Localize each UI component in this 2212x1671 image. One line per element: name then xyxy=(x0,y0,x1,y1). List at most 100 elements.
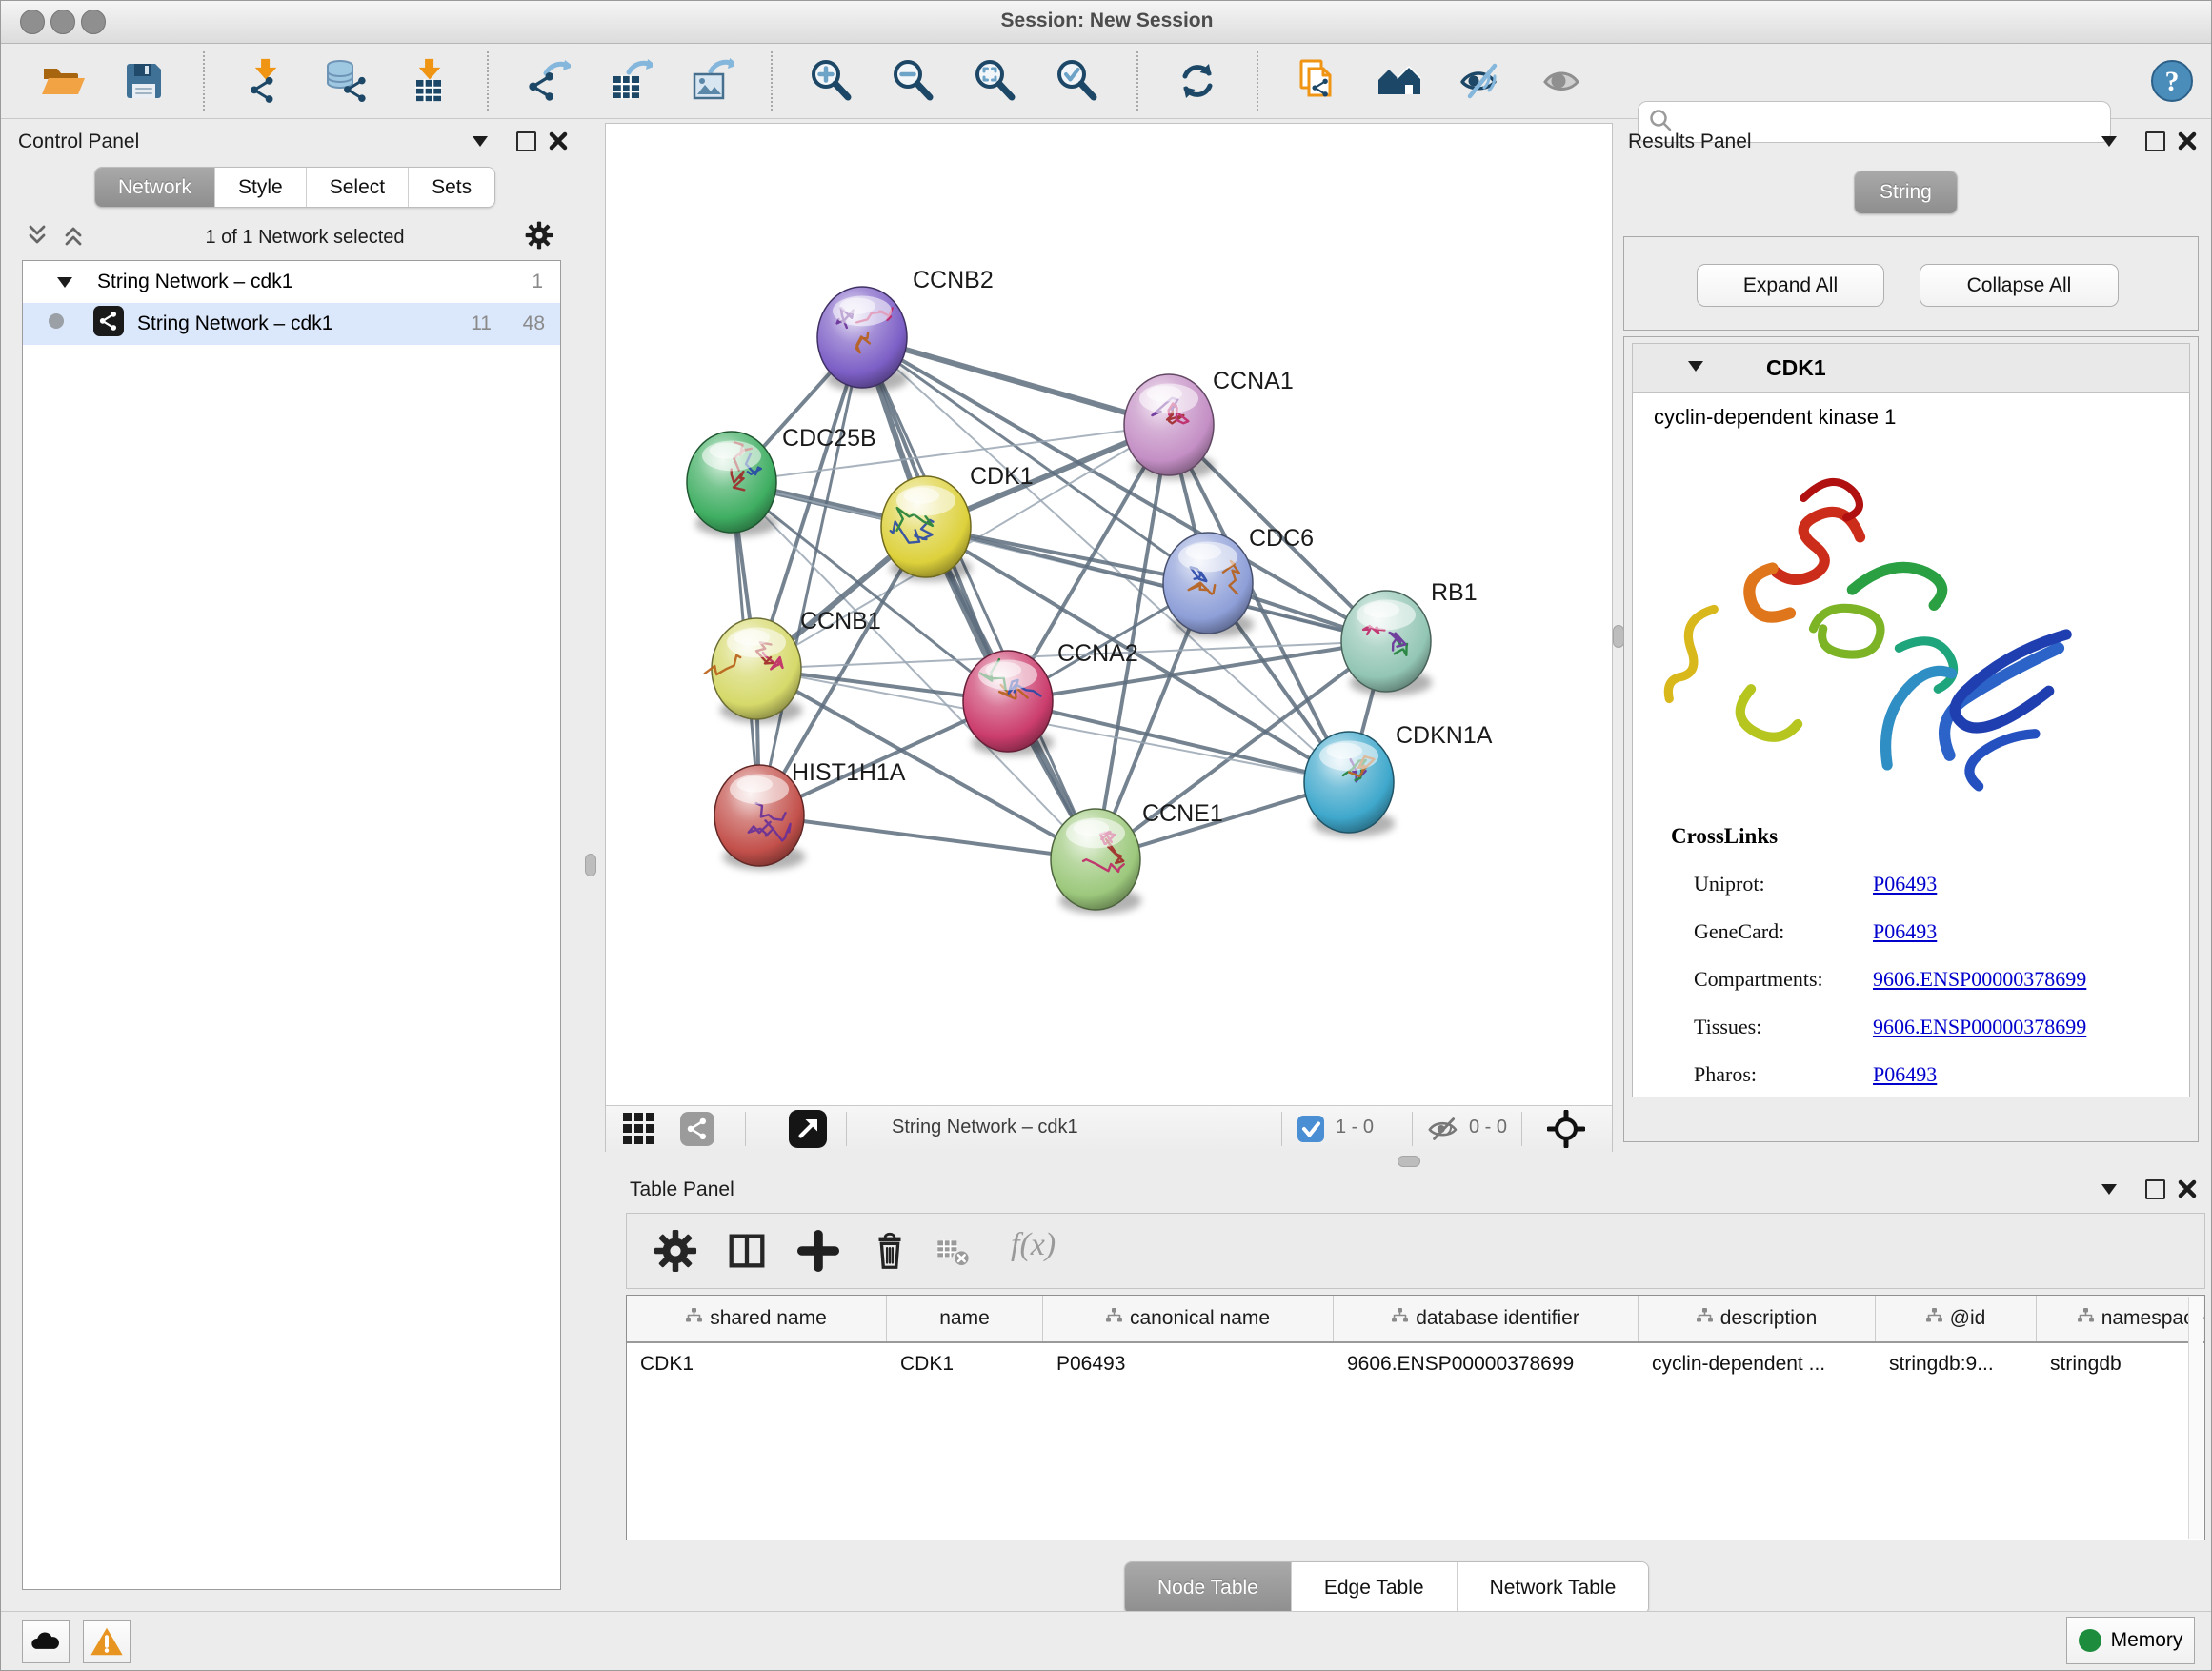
crosslink-value-link[interactable]: P06493 xyxy=(1873,1062,1937,1087)
float-panel-icon[interactable] xyxy=(513,129,538,153)
svg-text:HIST1H1A: HIST1H1A xyxy=(792,759,906,786)
close-panel-icon[interactable] xyxy=(546,129,571,153)
node-table: shared namenamecanonical name database id… xyxy=(626,1295,2205,1540)
warnings-button[interactable] xyxy=(83,1620,131,1663)
float-panel-icon[interactable] xyxy=(2142,129,2167,153)
column-header-namespace[interactable]: namespace xyxy=(2037,1296,2205,1341)
network-options-gear-icon[interactable] xyxy=(525,221,553,254)
help-button[interactable]: ? xyxy=(2149,58,2195,104)
collapse-all-icon[interactable] xyxy=(26,224,49,252)
toolbar-separator xyxy=(1136,51,1138,111)
delete-column-icon[interactable] xyxy=(868,1229,912,1278)
show-all-icon[interactable] xyxy=(1540,58,1586,104)
crosslink-value-link[interactable]: 9606.ENSP00000378699 xyxy=(1873,967,2086,992)
crosslink-label: Uniprot: xyxy=(1694,872,1765,896)
tab-network[interactable]: Network xyxy=(95,168,215,207)
expand-all-button[interactable]: Expand All xyxy=(1697,264,1884,307)
network-tree: String Network – cdk1 1 String Network –… xyxy=(22,260,561,1590)
close-panel-icon[interactable] xyxy=(2175,1177,2200,1201)
column-header-canonical-name[interactable]: canonical name xyxy=(1043,1296,1334,1341)
main-toolbar: ? xyxy=(1,44,2212,119)
save-session-icon[interactable] xyxy=(121,58,167,104)
collapse-panel-icon[interactable] xyxy=(468,129,493,153)
table-cell[interactable]: stringdb:9... xyxy=(1876,1343,2037,1385)
column-type-icon xyxy=(686,1307,702,1330)
table-row[interactable]: CDK1CDK1P064939606.ENSP00000378699cyclin… xyxy=(627,1343,2204,1385)
column-header-shared-name[interactable]: shared name xyxy=(627,1296,887,1341)
memory-button[interactable]: Memory xyxy=(2066,1617,2195,1664)
vertical-scrollbar[interactable] xyxy=(2188,1297,2203,1539)
protein-details: cyclin-dependent kinase 1 CrossLinks Uni… xyxy=(1632,393,2190,1097)
crosslink-value-link[interactable]: P06493 xyxy=(1873,872,1937,896)
birdseye-grid-icon[interactable] xyxy=(623,1113,655,1150)
tab-network-table[interactable]: Network Table xyxy=(1458,1562,1649,1614)
column-header-label: database identifier xyxy=(1416,1307,1579,1330)
table-cell[interactable]: stringdb xyxy=(2037,1343,2205,1385)
column-header-database-identifier[interactable]: database identifier xyxy=(1334,1296,1639,1341)
crosshair-icon[interactable] xyxy=(1547,1110,1585,1153)
column-header-label: description xyxy=(1720,1307,1818,1330)
tab-style[interactable]: Style xyxy=(215,168,307,207)
crosslink-row: Uniprot:P06493 xyxy=(1694,872,1765,896)
import-table-from-file-icon[interactable] xyxy=(405,58,451,104)
export-image-icon[interactable] xyxy=(689,58,734,104)
selected-checkbox-icon[interactable] xyxy=(1297,1116,1324,1147)
refresh-view-icon[interactable] xyxy=(1175,58,1220,104)
show-columns-icon[interactable] xyxy=(725,1229,769,1278)
new-network-from-selection-icon[interactable] xyxy=(1295,58,1340,104)
tab-string[interactable]: String xyxy=(1855,171,1957,213)
column-header-name[interactable]: name xyxy=(887,1296,1043,1341)
network-collection-row[interactable]: String Network – cdk1 1 xyxy=(23,261,560,303)
open-file-icon[interactable] xyxy=(39,58,85,104)
add-column-icon[interactable] xyxy=(796,1229,840,1278)
table-cell[interactable]: cyclin-dependent ... xyxy=(1639,1343,1876,1385)
bottom-splitter-handle[interactable] xyxy=(1398,1156,1420,1167)
svg-text:RB1: RB1 xyxy=(1431,579,1478,606)
crosslink-value-link[interactable]: 9606.ENSP00000378699 xyxy=(1873,1015,2086,1039)
expander-icon[interactable] xyxy=(57,271,72,293)
table-cell[interactable]: P06493 xyxy=(1043,1343,1334,1385)
table-cell[interactable]: CDK1 xyxy=(887,1343,1043,1385)
tab-node-table[interactable]: Node Table xyxy=(1125,1562,1292,1614)
string-query-icon[interactable] xyxy=(1377,58,1422,104)
import-network-from-database-icon[interactable] xyxy=(323,58,369,104)
expand-all-icon[interactable] xyxy=(62,224,85,252)
left-splitter-handle[interactable] xyxy=(585,854,596,876)
column-type-icon xyxy=(1926,1307,1942,1330)
cloud-status-button[interactable] xyxy=(22,1620,70,1663)
export-network-icon[interactable] xyxy=(525,58,571,104)
expander-icon[interactable] xyxy=(1688,359,1703,376)
table-cell[interactable]: 9606.ENSP00000378699 xyxy=(1334,1343,1639,1385)
export-table-icon[interactable] xyxy=(607,58,653,104)
collapse-panel-icon[interactable] xyxy=(2097,129,2122,153)
close-panel-icon[interactable] xyxy=(2175,129,2200,153)
import-network-from-file-icon[interactable] xyxy=(241,58,287,104)
network-share-badge-icon[interactable] xyxy=(680,1112,714,1151)
table-options-gear-icon[interactable] xyxy=(654,1229,697,1278)
network-canvas[interactable]: CCNB2 CCNA1 CDC25B CDK1 CDC6 RB1 xyxy=(606,124,1612,1105)
zoom-out-icon[interactable] xyxy=(891,58,936,104)
toolbar-separator xyxy=(203,51,205,111)
crosslinks-section: CrossLinks Uniprot:P06493GeneCard:P06493… xyxy=(1633,393,2191,1098)
network-row[interactable]: String Network – cdk1 11 48 xyxy=(23,303,560,345)
hide-selected-icon[interactable] xyxy=(1458,58,1504,104)
collapse-panel-icon[interactable] xyxy=(2097,1177,2122,1201)
column-header--id[interactable]: @id xyxy=(1876,1296,2037,1341)
zoom-fit-icon[interactable] xyxy=(973,58,1018,104)
crosslink-value-link[interactable]: P06493 xyxy=(1873,919,1937,944)
collapse-all-button[interactable]: Collapse All xyxy=(1920,264,2119,307)
tab-select[interactable]: Select xyxy=(307,168,409,207)
tab-sets[interactable]: Sets xyxy=(409,168,494,207)
table-cell[interactable]: CDK1 xyxy=(627,1343,887,1385)
memory-label: Memory xyxy=(2111,1629,2183,1652)
detach-view-icon[interactable] xyxy=(789,1110,827,1153)
protein-section-header[interactable]: CDK1 xyxy=(1632,343,2190,393)
zoom-in-icon[interactable] xyxy=(809,58,855,104)
network-node-CDK1: CDK1 xyxy=(881,463,1034,581)
svg-text:CDKN1A: CDKN1A xyxy=(1396,722,1493,749)
column-header-description[interactable]: description xyxy=(1639,1296,1876,1341)
tab-edge-table[interactable]: Edge Table xyxy=(1292,1562,1458,1614)
toolbar-separator xyxy=(1257,51,1258,111)
zoom-selected-icon[interactable] xyxy=(1055,58,1100,104)
float-panel-icon[interactable] xyxy=(2142,1177,2167,1201)
